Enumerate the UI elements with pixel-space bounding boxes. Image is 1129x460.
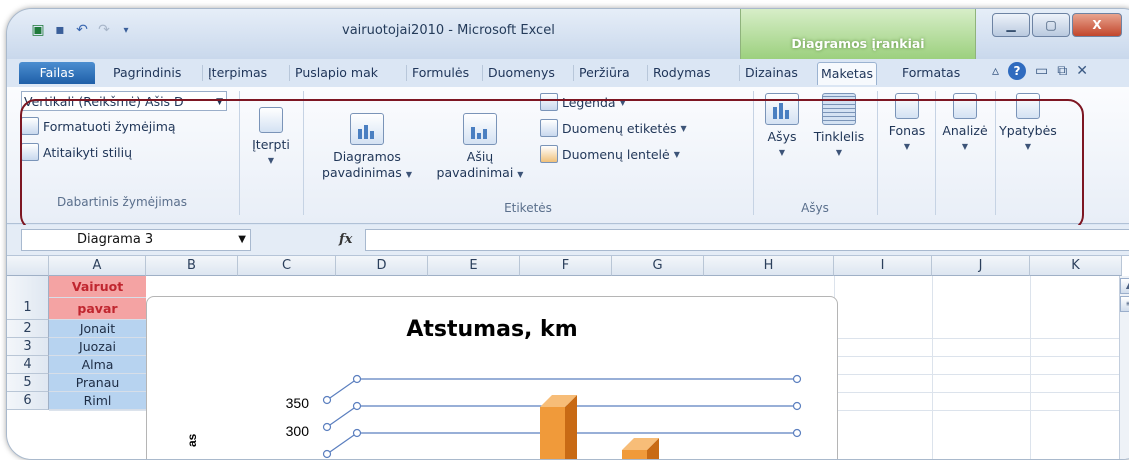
close-button[interactable]: X: [1072, 13, 1122, 37]
column-header[interactable]: G: [612, 256, 704, 276]
workbook-restore-icon[interactable]: ⧉: [1057, 63, 1067, 79]
workbook-minimize-icon[interactable]: ▭: [1035, 63, 1048, 79]
close-icon: X: [1092, 18, 1102, 32]
gridline-handle: [792, 428, 802, 438]
tab-chart-format[interactable]: Formatas: [899, 62, 963, 84]
tab-divider: [289, 65, 290, 81]
chart-tools-context-header: Diagramos įrankiai: [740, 9, 976, 59]
minimize-button[interactable]: ▁: [992, 13, 1030, 37]
tab-divider: [647, 65, 648, 81]
header-cell-a1-line1[interactable]: Vairuot: [49, 276, 146, 298]
table-cell[interactable]: Jonait: [49, 320, 146, 338]
help-icon[interactable]: ?: [1008, 62, 1027, 80]
column-header[interactable]: J: [932, 256, 1030, 276]
tab-review[interactable]: Peržiūra: [576, 62, 633, 84]
tab-chart-design[interactable]: Dizainas: [742, 62, 801, 84]
table-cell[interactable]: Juozai: [49, 338, 146, 356]
gridline-handle: [322, 422, 332, 432]
tab-page-layout[interactable]: Puslapio mak: [292, 62, 381, 84]
vertical-scrollbar[interactable]: ▲ ≡: [1119, 276, 1129, 459]
ribbon-right-icons: ▵ ? ▭ ⧉ ✕: [992, 62, 1088, 80]
window-title: vairuotojai2010 - Microsoft Excel: [342, 23, 555, 38]
y-tick-label: 300: [286, 423, 310, 439]
scroll-thumb[interactable]: ≡: [1120, 296, 1129, 312]
column-header[interactable]: F: [520, 256, 612, 276]
grid-line: [1030, 276, 1031, 459]
quick-access-toolbar: ▣ ▪ ↶ ↷ ▾: [29, 21, 135, 39]
bar-front: [540, 407, 565, 459]
chevron-down-icon: ▼: [238, 234, 246, 245]
tab-file[interactable]: Failas: [19, 62, 95, 84]
tab-divider: [406, 65, 407, 81]
row-header[interactable]: 5: [7, 374, 49, 392]
column-header[interactable]: A: [49, 256, 146, 276]
select-all-corner[interactable]: [7, 256, 49, 276]
y-tick-label: 350: [286, 395, 310, 411]
row-header[interactable]: 1: [7, 276, 49, 320]
gridline-handle: [322, 449, 332, 459]
bar-3d[interactable]: [540, 395, 577, 460]
save-icon[interactable]: ▪: [51, 21, 69, 39]
ribbon-highlight-outline: [20, 99, 1084, 231]
tab-divider: [573, 65, 574, 81]
gridline-handle: [792, 401, 802, 411]
bar-front: [622, 450, 647, 459]
row-header[interactable]: 6: [7, 392, 49, 410]
excel-window: ▣ ▪ ↶ ↷ ▾ vairuotojai2010 - Microsoft Ex…: [6, 8, 1129, 460]
column-header[interactable]: C: [238, 256, 336, 276]
scroll-up-icon[interactable]: ▲: [1120, 278, 1129, 294]
embedded-chart[interactable]: Atstumas, km 350 300 as: [146, 296, 838, 460]
gridline-handle: [352, 401, 362, 411]
table-cell[interactable]: Alma: [49, 356, 146, 374]
chart-tools-title: Diagramos įrankiai: [791, 36, 925, 51]
name-box-value: Diagrama 3: [77, 232, 154, 247]
insert-function-icon[interactable]: fx: [339, 232, 352, 247]
column-header[interactable]: B: [146, 256, 238, 276]
table-cell[interactable]: Riml: [49, 392, 146, 410]
tab-divider: [739, 65, 740, 81]
column-header[interactable]: E: [428, 256, 520, 276]
row-header[interactable]: 4: [7, 356, 49, 374]
bar-3d[interactable]: [622, 438, 659, 460]
ribbon-tabs: Failas Pagrindinis Įterpimas Puslapio ma…: [7, 59, 1129, 87]
tab-home[interactable]: Pagrindinis: [110, 62, 184, 84]
chart-plot: 350 300 as: [185, 374, 802, 460]
customize-qat-icon[interactable]: ▾: [117, 21, 135, 39]
header-cell-a1-line2[interactable]: pavar: [49, 298, 146, 320]
column-header[interactable]: D: [336, 256, 428, 276]
gridline-handle: [322, 395, 332, 405]
gridline-handle: [792, 374, 802, 384]
row-header[interactable]: 3: [7, 338, 49, 356]
maximize-icon: ▢: [1045, 18, 1057, 32]
formula-input[interactable]: [365, 229, 1129, 251]
tab-data[interactable]: Duomenys: [485, 62, 558, 84]
formula-bar: Diagrama 3 ▼ fx: [7, 225, 1129, 256]
column-header[interactable]: H: [704, 256, 834, 276]
tab-view[interactable]: Rodymas: [650, 62, 713, 84]
row-header[interactable]: 2: [7, 320, 49, 338]
title-bar: ▣ ▪ ↶ ↷ ▾ vairuotojai2010 - Microsoft Ex…: [7, 9, 1129, 59]
y-axis-title-fragment: as: [185, 433, 199, 447]
tab-formulas[interactable]: Formulės: [409, 62, 472, 84]
maximize-button[interactable]: ▢: [1032, 13, 1070, 37]
name-box[interactable]: Diagrama 3 ▼: [21, 229, 251, 251]
worksheet-grid[interactable]: A B C D E F G H I J K 1 2 3 4 5 6 Vairuo…: [7, 256, 1129, 460]
undo-icon[interactable]: ↶: [73, 21, 91, 39]
gridline-handle: [352, 374, 362, 384]
tab-chart-layout[interactable]: Maketas: [817, 62, 878, 85]
minimize-ribbon-icon[interactable]: ▵: [992, 63, 999, 79]
tab-insert[interactable]: Įterpimas: [205, 62, 270, 84]
excel-app-icon[interactable]: ▣: [29, 21, 47, 39]
tab-divider: [202, 65, 203, 81]
tab-divider: [482, 65, 483, 81]
redo-icon[interactable]: ↷: [95, 21, 113, 39]
gridline-handle: [352, 428, 362, 438]
window-controls: ▁ ▢ X: [992, 13, 1124, 37]
grid-line: [932, 276, 933, 459]
column-header[interactable]: I: [834, 256, 932, 276]
workbook-close-icon[interactable]: ✕: [1076, 63, 1088, 79]
minimize-icon: ▁: [1006, 18, 1016, 32]
table-cell[interactable]: Pranau: [49, 374, 146, 392]
column-header[interactable]: K: [1030, 256, 1122, 276]
